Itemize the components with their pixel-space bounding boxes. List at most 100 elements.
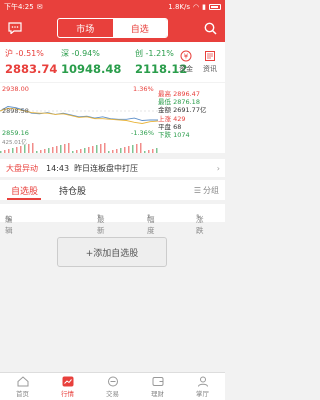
group-button[interactable]: ☰ 分组 bbox=[194, 185, 219, 196]
stat-high: 最高 2896.47 bbox=[158, 90, 206, 98]
svg-text:¥: ¥ bbox=[184, 53, 189, 61]
group-label: 分组 bbox=[203, 186, 219, 195]
wifi-icon: ◠ bbox=[193, 3, 200, 11]
news-icon bbox=[199, 48, 221, 64]
volume-bar bbox=[128, 146, 130, 153]
funds-button[interactable]: ¥ 资金 bbox=[175, 48, 197, 74]
index-value: 10948.48 bbox=[61, 62, 122, 76]
stat-label: 最高 bbox=[158, 90, 171, 98]
y-min-label: 2859.16 bbox=[2, 129, 29, 137]
volume-bar bbox=[4, 150, 6, 153]
volume-bar bbox=[64, 144, 66, 153]
index-strip: 沪 -0.51% 2883.74 深 -0.94% 10948.48 创 -1.… bbox=[0, 42, 225, 82]
stat-up: 上涨 429 bbox=[158, 115, 206, 123]
volume-bar bbox=[136, 144, 138, 153]
index-shanghai[interactable]: 沪 -0.51% 2883.74 bbox=[5, 48, 57, 76]
volume-bar bbox=[40, 150, 42, 153]
y-max-label: 2938.00 bbox=[2, 85, 29, 93]
top-bar: 市场 自选 bbox=[0, 14, 225, 42]
bottom-nav: 首页 行情 交易 理财 掌厅 bbox=[0, 372, 225, 400]
news-label: 资讯 bbox=[203, 65, 217, 73]
volume-bar bbox=[48, 148, 50, 153]
tab-holdings[interactable]: 持仓股 bbox=[59, 184, 86, 197]
alert-text: 昨日连板盘中打压 bbox=[74, 163, 139, 173]
stat-value: 1074 bbox=[173, 131, 190, 140]
search-icon[interactable] bbox=[202, 20, 218, 36]
pct-top-label: 1.36% bbox=[133, 85, 154, 93]
sort-icon: ⇅ bbox=[196, 214, 201, 220]
volume-bar bbox=[124, 147, 126, 153]
nav-market[interactable]: 行情 bbox=[45, 373, 90, 400]
tab-watchlist-stocks[interactable]: 自选股 bbox=[11, 184, 38, 197]
trade-icon bbox=[107, 375, 119, 387]
volume-bar bbox=[24, 145, 26, 153]
battery-icon bbox=[209, 4, 221, 10]
status-bar: 下午4:25 ✉ 1.8K/s ◠ ▮ bbox=[0, 0, 225, 14]
volume-bar bbox=[76, 150, 78, 153]
stat-value: 2896.47 bbox=[173, 90, 200, 98]
watchlist-tabs: 自选股 持仓股 ☰ 分组 bbox=[0, 180, 225, 200]
stat-value: 429 bbox=[173, 114, 186, 123]
stat-label: 平盘 bbox=[158, 122, 171, 131]
market-watchlist-switch: 市场 自选 bbox=[57, 18, 168, 38]
nav-label: 掌厅 bbox=[196, 390, 209, 398]
network-speed: 1.8K/s bbox=[168, 3, 191, 11]
y-mid-label: 2898.58 bbox=[2, 107, 29, 115]
nav-home[interactable]: 首页 bbox=[0, 373, 45, 400]
wallet-icon bbox=[152, 375, 164, 387]
volume-bar bbox=[108, 151, 110, 153]
volume-bar bbox=[56, 146, 58, 153]
volume-bar bbox=[32, 143, 34, 153]
volume-bar bbox=[68, 143, 70, 153]
nav-trade[interactable]: 交易 bbox=[90, 373, 135, 400]
volume-bar bbox=[28, 144, 30, 153]
volume-bar bbox=[132, 145, 134, 153]
sort-icon: ⇅ bbox=[97, 214, 102, 220]
market-alert[interactable]: 大盘异动 14:43 昨日连板盘中打压 › bbox=[0, 159, 225, 177]
volume-bar bbox=[88, 147, 90, 153]
nav-hall[interactable]: 掌厅 bbox=[180, 373, 225, 400]
index-name: 深 bbox=[61, 49, 69, 58]
volume-bar bbox=[112, 150, 114, 153]
stat-flat: 平盘 68 bbox=[158, 123, 206, 131]
status-right: 1.8K/s ◠ ▮ bbox=[168, 3, 221, 11]
volume-bar bbox=[20, 146, 22, 153]
stat-down: 下跌 1074 bbox=[158, 131, 206, 139]
stat-label: 金额 bbox=[158, 106, 171, 115]
message-center-icon[interactable] bbox=[7, 20, 23, 36]
volume-bar bbox=[152, 149, 154, 153]
funds-label: 资金 bbox=[179, 65, 193, 73]
volume-bar bbox=[80, 149, 82, 153]
index-intraday-chart[interactable]: 2938.00 2898.58 2859.16 425.01亿 1.36% -1… bbox=[0, 83, 225, 153]
volume-bar bbox=[8, 149, 10, 153]
tab-market[interactable]: 市场 bbox=[58, 19, 113, 37]
stat-amount: 金额 2691.77亿 bbox=[158, 106, 206, 114]
index-shenzhen[interactable]: 深 -0.94% 10948.48 bbox=[61, 48, 121, 76]
volume-bar bbox=[92, 146, 94, 153]
index-shenzhen-label: 深 -0.94% bbox=[61, 48, 121, 59]
pct-bottom-label: -1.36% bbox=[131, 129, 154, 137]
stat-value: 2691.77亿 bbox=[173, 106, 207, 115]
volume-label: 425.01亿 bbox=[2, 140, 27, 146]
volume-bar bbox=[72, 151, 74, 153]
news-button[interactable]: 资讯 bbox=[199, 48, 221, 74]
volume-bar bbox=[44, 149, 46, 153]
stat-label: 下跌 bbox=[158, 131, 171, 140]
alert-time: 14:43 bbox=[46, 163, 70, 173]
active-tab-underline bbox=[7, 198, 41, 200]
nav-finance[interactable]: 理财 bbox=[135, 373, 180, 400]
volume-bar bbox=[52, 147, 54, 153]
column-header: 编辑 ✎ 最新 ⇅ 幅度 ⇅ 涨跌 ⇅ bbox=[0, 204, 225, 235]
stat-label: 上涨 bbox=[158, 114, 171, 123]
nav-label: 行情 bbox=[61, 390, 74, 398]
nav-label: 交易 bbox=[106, 390, 119, 398]
stat-value: 2876.18 bbox=[173, 98, 200, 107]
add-watchlist-button[interactable]: +添加自选股 bbox=[57, 237, 167, 267]
volume-bar bbox=[156, 148, 158, 153]
tab-watchlist[interactable]: 自选 bbox=[112, 19, 167, 37]
market-stats: 最高 2896.47 最低 2876.18 金额 2691.77亿 上涨 429… bbox=[158, 90, 206, 139]
sort-icon: ⇅ bbox=[147, 214, 152, 220]
index-change: -0.94% bbox=[71, 49, 100, 58]
stat-value: 68 bbox=[173, 122, 182, 131]
volume-bar bbox=[12, 148, 14, 153]
